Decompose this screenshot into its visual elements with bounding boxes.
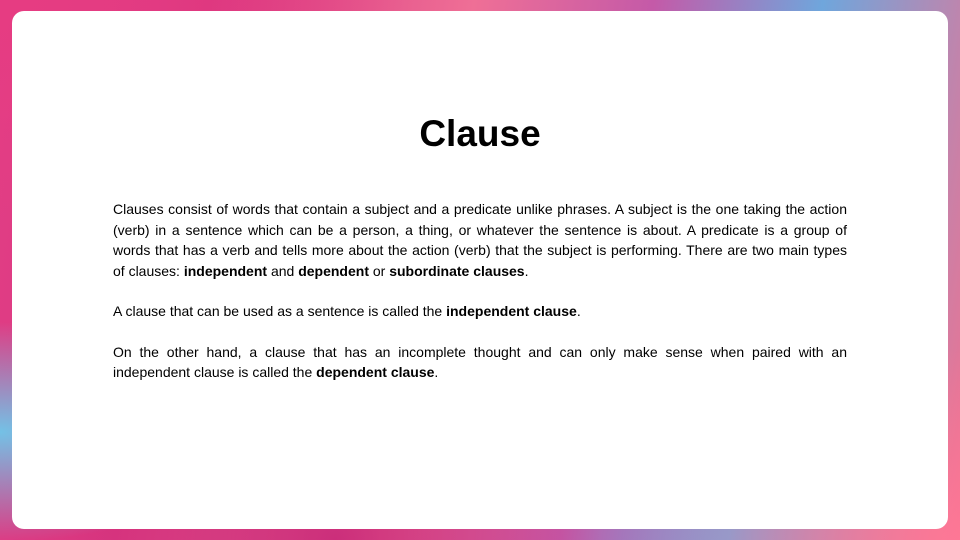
- paragraph-text: A clause that can be used as a sentence …: [113, 303, 447, 319]
- term-independent: independent: [183, 262, 268, 279]
- slide-body: Clauses consist of words that contain a …: [113, 199, 847, 403]
- term-subordinate-clauses: subordinate clauses: [389, 262, 525, 279]
- slide-title: Clause: [419, 113, 541, 154]
- paragraph-text: .: [524, 262, 529, 279]
- paragraph-clause-definition: Clauses consist of words that contain a …: [113, 199, 847, 281]
- paragraph-text: or: [368, 262, 390, 279]
- term-dependent-clause: dependent clause: [316, 364, 435, 380]
- paragraph-dependent-clause: On the other hand, a clause that has an …: [113, 342, 847, 383]
- term-independent-clause: independent clause: [446, 303, 577, 319]
- term-dependent: dependent: [298, 262, 369, 279]
- paragraph-independent-clause: A clause that can be used as a sentence …: [113, 301, 847, 322]
- paragraph-text: On the other hand, a clause that has an …: [113, 343, 847, 381]
- paragraph-text: .: [576, 303, 581, 319]
- slide-content-card: Clause Clauses consist of words that con…: [12, 11, 948, 529]
- paragraph-text: and: [267, 262, 299, 279]
- paragraph-text: .: [434, 364, 439, 380]
